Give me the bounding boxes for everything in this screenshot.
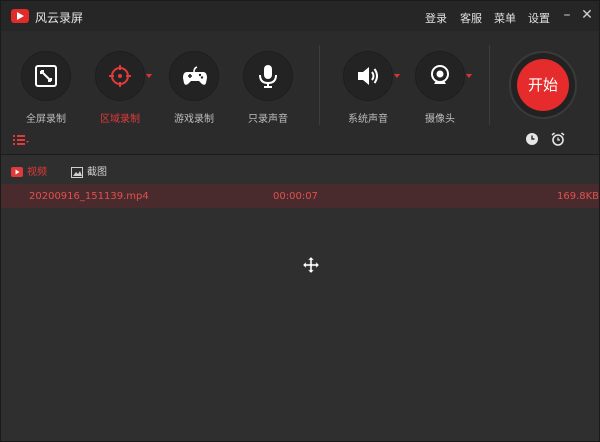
divider bbox=[489, 45, 490, 125]
target-icon bbox=[109, 65, 131, 87]
app-title: 风云录屏 bbox=[35, 11, 84, 25]
tool-label: 全屏录制 bbox=[26, 114, 66, 125]
source-label: 系统声音 bbox=[348, 114, 388, 125]
settings-link[interactable]: 设置 bbox=[528, 10, 550, 26]
start-button[interactable]: 开始 bbox=[517, 59, 569, 111]
close-button[interactable]: ✕ bbox=[579, 6, 595, 24]
list-icon[interactable] bbox=[13, 134, 29, 146]
divider bbox=[319, 45, 320, 125]
file-size: 169.8KB bbox=[557, 191, 600, 202]
media-tabs: 视频 截图 bbox=[1, 156, 599, 184]
tool-region-record[interactable]: 区域录制 bbox=[85, 51, 155, 125]
source-system-audio[interactable]: 系统声音 bbox=[333, 51, 403, 125]
title-bar: 风云录屏 登录 客服 菜单 设置 – ✕ bbox=[1, 1, 599, 31]
capture-toolbar: 全屏录制 区域录制 游戏录制 只录声音 系统声音 摄像头 开始 bbox=[1, 31, 599, 155]
app-window: 风云录屏 登录 客服 菜单 设置 – ✕ 全屏录制 区域录制 游戏录制 只录声音… bbox=[0, 0, 600, 442]
fullscreen-icon bbox=[35, 65, 57, 87]
tab-video[interactable]: 视频 bbox=[11, 163, 47, 178]
tab-screenshot[interactable]: 截图 bbox=[71, 163, 107, 178]
speaker-icon bbox=[358, 67, 378, 85]
tool-label: 区域录制 bbox=[100, 114, 140, 125]
source-label: 摄像头 bbox=[425, 114, 455, 125]
login-link[interactable]: 登录 bbox=[425, 10, 447, 26]
minimize-button[interactable]: – bbox=[559, 6, 575, 24]
file-duration: 00:00:07 bbox=[273, 191, 318, 202]
microphone-icon bbox=[259, 65, 277, 88]
screenshot-icon bbox=[71, 166, 83, 178]
file-row[interactable]: 20200916_151139.mp4 00:00:07 169.8KB bbox=[1, 184, 599, 208]
tab-label: 截图 bbox=[87, 167, 107, 178]
tool-label: 游戏录制 bbox=[174, 114, 214, 125]
app-logo-icon bbox=[11, 9, 29, 23]
menu-link[interactable]: 菜单 bbox=[494, 10, 516, 26]
move-cursor-icon bbox=[303, 257, 319, 273]
file-name: 20200916_151139.mp4 bbox=[29, 191, 149, 202]
alarm-clock-icon[interactable] bbox=[551, 132, 565, 146]
chevron-down-icon[interactable] bbox=[394, 74, 400, 78]
clock-icon[interactable] bbox=[525, 132, 539, 146]
file-list-area bbox=[1, 208, 599, 441]
chevron-down-icon[interactable] bbox=[146, 74, 152, 78]
tool-audio-only-record[interactable]: 只录声音 bbox=[233, 51, 303, 125]
source-webcam[interactable]: 摄像头 bbox=[405, 51, 475, 125]
chevron-down-icon[interactable] bbox=[466, 74, 472, 78]
tool-label: 只录声音 bbox=[248, 114, 288, 125]
webcam-icon bbox=[431, 65, 449, 84]
tool-game-record[interactable]: 游戏录制 bbox=[159, 51, 229, 125]
video-icon bbox=[11, 167, 23, 177]
start-button-ring: 开始 bbox=[509, 51, 577, 119]
tool-fullscreen-record[interactable]: 全屏录制 bbox=[11, 51, 81, 125]
gamepad-icon bbox=[183, 66, 207, 85]
tab-label: 视频 bbox=[27, 167, 47, 178]
support-link[interactable]: 客服 bbox=[460, 10, 482, 26]
